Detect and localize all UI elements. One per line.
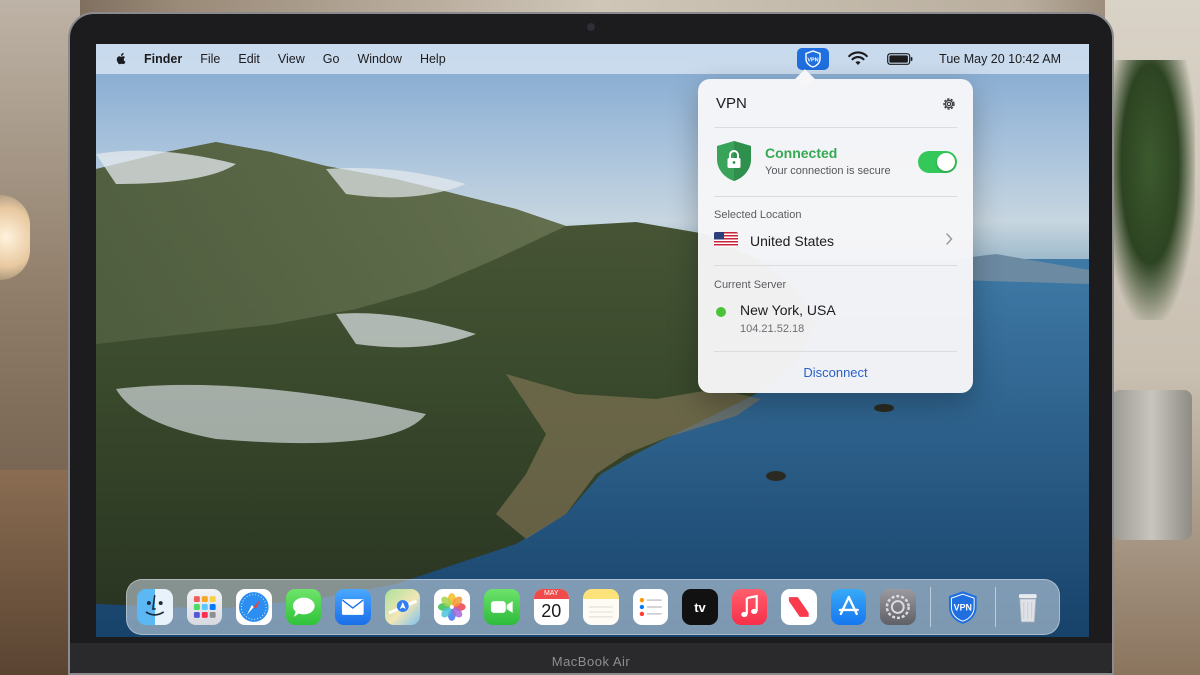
vpn-app-icon[interactable]: VPN xyxy=(945,589,981,625)
vpn-status-label: VPN xyxy=(808,58,819,64)
apple-menu-icon[interactable] xyxy=(114,52,128,66)
server-name: New York, USA xyxy=(740,302,836,318)
vpn-toggle[interactable] xyxy=(918,151,957,173)
connection-status-subtitle: Your connection is secure xyxy=(765,165,891,177)
device-label: MacBook Air xyxy=(551,654,631,669)
mail-icon[interactable] xyxy=(335,589,371,625)
menu-file[interactable]: File xyxy=(200,52,220,66)
screen: Finder File Edit View Go Window Help VPN xyxy=(96,44,1089,637)
maps-icon[interactable] xyxy=(384,589,421,625)
apple-tv-icon[interactable]: tv xyxy=(682,589,718,625)
background-lamp xyxy=(0,195,30,280)
facetime-icon[interactable] xyxy=(483,589,520,625)
dock: MAY 20 tv VPN xyxy=(126,579,1060,635)
shield-lock-icon xyxy=(717,141,751,181)
vpn-popover-title: VPN xyxy=(716,95,747,112)
us-flag-icon xyxy=(714,232,738,247)
menu-bar: Finder File Edit View Go Window Help VPN xyxy=(96,44,1089,74)
menu-finder[interactable]: Finder xyxy=(144,52,182,66)
app-store-icon[interactable] xyxy=(830,589,867,625)
disconnect-button[interactable]: Disconnect xyxy=(698,365,973,380)
server-status-dot xyxy=(716,307,726,317)
current-server-label: Current Server xyxy=(714,279,787,291)
divider xyxy=(714,196,957,197)
vpn-status-button[interactable]: VPN xyxy=(797,48,830,70)
server-ip: 104.21.52.18 xyxy=(740,323,805,335)
messages-icon[interactable] xyxy=(285,589,322,625)
background-plant-pot xyxy=(1112,390,1192,540)
menu-bar-clock[interactable]: Tue May 20 10:42 AM xyxy=(939,52,1061,66)
chevron-right-icon xyxy=(946,233,953,245)
laptop-chin: MacBook Air xyxy=(70,643,1112,673)
divider xyxy=(714,127,957,128)
menu-help[interactable]: Help xyxy=(420,52,446,66)
calendar-month: MAY xyxy=(533,589,570,599)
vpn-shield-icon: VPN xyxy=(805,50,821,68)
photos-icon[interactable] xyxy=(434,589,470,625)
wifi-icon[interactable] xyxy=(847,51,869,67)
menu-bar-status-area: VPN Tue May 20 10:42 AM xyxy=(797,44,1089,74)
trash-icon[interactable] xyxy=(1010,589,1046,625)
vpn-popover: VPN Connected Your connection is secure … xyxy=(698,69,973,393)
connection-status: Connected xyxy=(765,145,838,161)
menu-view[interactable]: View xyxy=(278,52,305,66)
music-icon[interactable] xyxy=(731,589,768,625)
launchpad-icon[interactable] xyxy=(186,589,223,625)
location-name: United States xyxy=(750,233,835,249)
system-settings-icon[interactable] xyxy=(880,589,916,625)
background-room-right xyxy=(1105,0,1200,675)
dock-separator xyxy=(930,587,931,627)
menu-window[interactable]: Window xyxy=(357,52,401,66)
dock-separator xyxy=(994,587,996,627)
toggle-knob xyxy=(937,153,955,171)
camera xyxy=(587,23,595,31)
reminders-icon[interactable] xyxy=(632,589,669,625)
calendar-icon[interactable]: MAY 20 xyxy=(533,589,570,625)
calendar-day: 20 xyxy=(541,601,562,621)
menu-go[interactable]: Go xyxy=(323,52,340,66)
divider xyxy=(714,265,957,266)
vpn-app-label: VPN xyxy=(954,602,972,612)
news-icon[interactable] xyxy=(781,589,817,625)
finder-icon[interactable] xyxy=(137,589,173,625)
battery-icon[interactable] xyxy=(887,53,913,65)
gear-icon[interactable] xyxy=(941,96,957,112)
selected-location-label: Selected Location xyxy=(714,209,802,221)
tv-label: tv xyxy=(694,599,706,615)
safari-icon[interactable] xyxy=(236,589,272,625)
menu-edit[interactable]: Edit xyxy=(238,52,260,66)
background-plant xyxy=(1105,60,1195,320)
notes-icon[interactable] xyxy=(583,589,619,625)
divider xyxy=(714,351,957,352)
